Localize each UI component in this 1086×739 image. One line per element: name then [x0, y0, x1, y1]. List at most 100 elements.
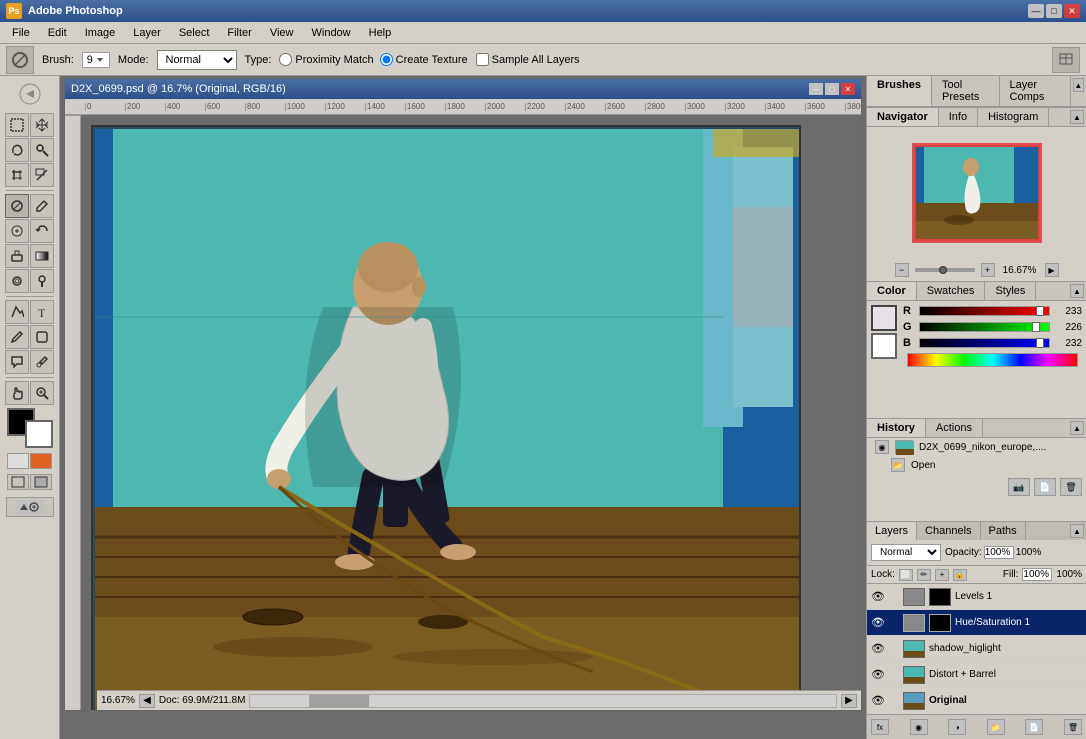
b-slider[interactable]	[919, 338, 1050, 348]
slice-tool[interactable]	[30, 163, 54, 187]
layer-item[interactable]: 👁 shadow_higlight	[867, 636, 1086, 662]
brush-size-control[interactable]: 9	[82, 52, 110, 68]
color-spectrum[interactable]	[907, 353, 1078, 367]
foreground-color-swatch[interactable]	[871, 305, 897, 331]
history-new-snapshot[interactable]: 📷	[1008, 478, 1030, 496]
layer-visibility-eye[interactable]: 👁	[871, 668, 885, 682]
mode-dropdown[interactable]: Normal	[157, 50, 237, 70]
menu-edit[interactable]: Edit	[40, 25, 75, 41]
g-slider[interactable]	[919, 322, 1050, 332]
blur-tool[interactable]	[5, 269, 29, 293]
hand-tool[interactable]	[5, 381, 29, 405]
color-collapse-btn[interactable]: ▲	[1070, 284, 1084, 298]
history-delete[interactable]: 🗑	[1060, 478, 1082, 496]
quick-mask-mode[interactable]	[30, 453, 52, 469]
full-screen-mode[interactable]	[30, 474, 52, 490]
history-collapse-btn[interactable]: ▲	[1070, 421, 1084, 435]
new-layer-btn[interactable]: 📄	[1025, 719, 1043, 735]
layer-item[interactable]: 👁 Distort + Barrel	[867, 662, 1086, 688]
history-brush-tool[interactable]	[30, 219, 54, 243]
magic-wand-tool[interactable]	[30, 138, 54, 162]
menu-file[interactable]: File	[4, 25, 38, 41]
background-color[interactable]	[25, 420, 53, 448]
standard-screen-mode[interactable]	[7, 474, 29, 490]
layer-visibility-eye[interactable]: 👁	[871, 642, 885, 656]
eraser-tool[interactable]	[5, 244, 29, 268]
proximity-radio[interactable]	[279, 53, 292, 66]
tab-layers[interactable]: Layers	[867, 522, 917, 540]
lock-image-pixels[interactable]: ✏	[917, 569, 931, 581]
clone-stamp-tool[interactable]	[5, 219, 29, 243]
pen-tool[interactable]	[5, 325, 29, 349]
history-open-item[interactable]: 📂 Open	[867, 456, 1086, 474]
menu-filter[interactable]: Filter	[219, 25, 259, 41]
layer-visibility-eye[interactable]: 👁	[871, 590, 885, 604]
menu-layer[interactable]: Layer	[125, 25, 169, 41]
palette-button[interactable]	[1052, 47, 1080, 73]
maximize-button[interactable]: □	[1046, 4, 1062, 18]
add-mask-btn[interactable]: ◉	[910, 719, 928, 735]
imageready-button[interactable]	[6, 497, 54, 517]
r-slider-thumb[interactable]	[1036, 306, 1044, 316]
marquee-tool[interactable]	[5, 113, 29, 137]
tab-layer-comps[interactable]: Layer Comps	[1000, 76, 1071, 106]
annotation-tool[interactable]	[5, 350, 29, 374]
type-tool[interactable]: T	[30, 300, 54, 324]
lock-position[interactable]: +	[935, 569, 949, 581]
doc-close[interactable]: ✕	[841, 83, 855, 95]
delete-layer-btn[interactable]: 🗑	[1064, 719, 1082, 735]
dodge-tool[interactable]	[30, 269, 54, 293]
background-color-swatch[interactable]	[871, 333, 897, 359]
b-slider-thumb[interactable]	[1036, 338, 1044, 348]
color-swatches[interactable]	[7, 408, 53, 448]
lock-all[interactable]: 🔒	[953, 569, 967, 581]
path-tool[interactable]	[5, 300, 29, 324]
zoom-tool[interactable]	[30, 381, 54, 405]
layer-item-selected[interactable]: 👁 Hue/Saturation 1	[867, 610, 1086, 636]
brush-tool[interactable]	[30, 194, 54, 218]
eyedropper-tool[interactable]	[30, 350, 54, 374]
layers-mode-dropdown[interactable]: Normal	[871, 544, 941, 561]
tab-histogram[interactable]: Histogram	[978, 108, 1049, 126]
g-slider-thumb[interactable]	[1032, 322, 1040, 332]
tab-info[interactable]: Info	[939, 108, 978, 126]
scroll-thumb-h[interactable]	[309, 695, 369, 707]
tab-actions[interactable]: Actions	[926, 419, 983, 437]
nav-zoom-expand[interactable]: ▶	[1045, 263, 1059, 277]
history-file-item[interactable]: ◉ D2X_0699_nikon_europe,....	[867, 438, 1086, 456]
tab-styles[interactable]: Styles	[985, 282, 1036, 300]
lasso-tool[interactable]	[5, 138, 29, 162]
tab-brushes[interactable]: Brushes	[867, 76, 932, 106]
status-arrow-left[interactable]: ◀	[139, 694, 155, 708]
move-tool[interactable]	[30, 113, 54, 137]
minimize-button[interactable]: —	[1028, 4, 1044, 18]
brushes-collapse-btn[interactable]: ▲	[1073, 78, 1084, 92]
tab-color[interactable]: Color	[867, 282, 917, 300]
nav-zoom-slider[interactable]	[915, 268, 975, 272]
navigator-collapse-btn[interactable]: ▲	[1070, 110, 1084, 124]
crop-tool[interactable]	[5, 163, 29, 187]
layer-item[interactable]: 👁 Original	[867, 688, 1086, 714]
nav-zoom-out[interactable]: −	[895, 263, 909, 277]
tab-paths[interactable]: Paths	[981, 522, 1026, 540]
nav-zoom-in[interactable]: +	[981, 263, 995, 277]
standard-mode[interactable]	[7, 453, 29, 469]
close-button[interactable]: ✕	[1064, 4, 1080, 18]
menu-window[interactable]: Window	[304, 25, 359, 41]
healing-brush-tool[interactable]	[5, 194, 29, 218]
tab-swatches[interactable]: Swatches	[917, 282, 986, 300]
create-texture-radio[interactable]	[380, 53, 393, 66]
tab-history[interactable]: History	[867, 419, 926, 437]
gradient-tool[interactable]	[30, 244, 54, 268]
layer-item[interactable]: 👁 Levels 1	[867, 584, 1086, 610]
menu-help[interactable]: Help	[361, 25, 400, 41]
photo-canvas[interactable]: ©2005 Vincent Bockaert 123di . com	[91, 125, 801, 710]
opacity-input[interactable]	[984, 546, 1014, 559]
menu-image[interactable]: Image	[77, 25, 124, 41]
menu-view[interactable]: View	[262, 25, 302, 41]
tab-channels[interactable]: Channels	[917, 522, 980, 540]
new-fill-layer-btn[interactable]: ◑	[948, 719, 966, 735]
sample-all-layers-option[interactable]: Sample All Layers	[476, 53, 580, 66]
new-group-btn[interactable]: 📁	[987, 719, 1005, 735]
lock-transparent-pixels[interactable]: ⬜	[899, 569, 913, 581]
